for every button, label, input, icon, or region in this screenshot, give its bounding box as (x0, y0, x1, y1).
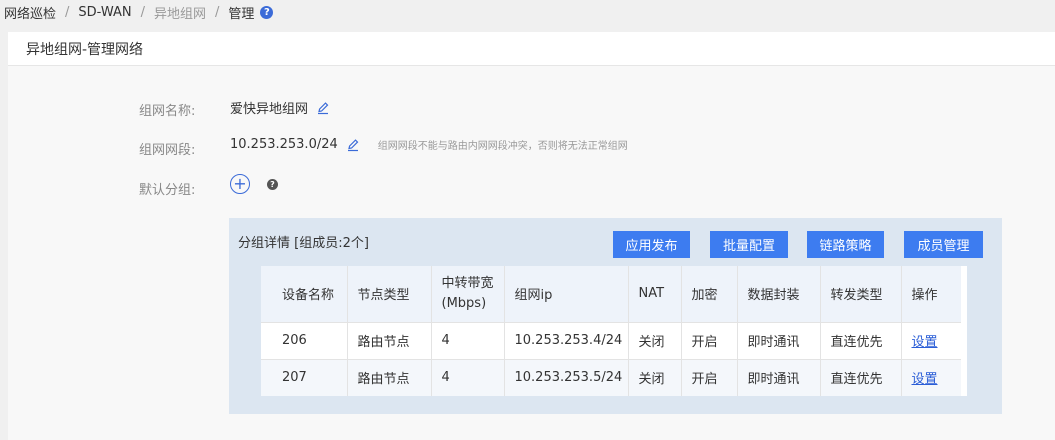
breadcrumb-separator: / (140, 4, 145, 20)
help-icon[interactable]: ? (267, 178, 278, 190)
cell-forward-type: 直连优先 (820, 359, 902, 396)
cell-network-ip: 10.253.253.5/24 (504, 359, 629, 396)
cell-data-encapsulation: 即时通讯 (737, 322, 821, 359)
segment-label: 组网网段: (139, 143, 196, 158)
add-group-button[interactable]: + (230, 174, 250, 194)
table-header-row: 设备名称 节点类型 中转带宽(Mbps) 组网ip NAT 加密 数据封装 转发… (261, 266, 961, 322)
breadcrumb-item-network-inspection[interactable]: 网络巡检 (4, 3, 56, 22)
cell-nat: 关闭 (628, 322, 682, 359)
app-publish-button[interactable]: 应用发布 (613, 231, 690, 258)
default-group-label: 默认分组: (139, 183, 196, 198)
cell-node-type: 路由节点 (347, 322, 432, 359)
member-manage-button[interactable]: 成员管理 (904, 231, 983, 258)
cell-encryption: 开启 (681, 359, 738, 396)
column-header-relay-bandwidth: 中转带宽(Mbps) (431, 266, 505, 322)
cell-relay-bandwidth: 4 (431, 322, 505, 359)
breadcrumb-separator: / (65, 4, 70, 20)
settings-link[interactable]: 设置 (912, 335, 938, 350)
default-group-actions: + ? (230, 174, 278, 194)
column-header-encryption: 加密 (681, 266, 738, 322)
cell-action: 设置 (901, 322, 961, 359)
help-icon[interactable]: ? (260, 5, 274, 19)
cell-relay-bandwidth: 4 (431, 359, 505, 396)
table-row: 206 路由节点 4 10.253.253.4/24 关闭 开启 即时通讯 直连… (261, 322, 961, 359)
edit-segment-icon[interactable] (346, 138, 360, 152)
name-value-group: 爱快异地组网 (230, 98, 330, 117)
column-header-device-name: 设备名称 (261, 266, 348, 322)
panel-title: 异地组网-管理网络 (8, 32, 1055, 66)
breadcrumb-item-sdwan[interactable]: SD-WAN (78, 5, 131, 20)
cell-node-type: 路由节点 (347, 359, 432, 396)
table-scrollbar[interactable] (961, 266, 967, 396)
segment-value-group: 10.253.253.0/24 组网网段不能与路由内网网段冲突，否则将无法正常组… (230, 137, 628, 152)
column-header-network-ip: 组网ip (504, 266, 629, 322)
table-row: 207 路由节点 4 10.253.253.5/24 关闭 开启 即时通讯 直连… (261, 359, 961, 396)
main-panel: 异地组网-管理网络 组网名称: 爱快异地组网 组网网段: 10.253.253.… (8, 32, 1055, 440)
segment-value: 10.253.253.0/24 (230, 137, 338, 152)
name-label: 组网名称: (139, 104, 196, 119)
breadcrumb: 网络巡检 / SD-WAN / 异地组网 / 管理 ? (0, 0, 1055, 24)
column-header-data-encapsulation: 数据封装 (737, 266, 821, 322)
cell-data-encapsulation: 即时通讯 (737, 359, 821, 396)
segment-hint: 组网网段不能与路由内网网段冲突，否则将无法正常组网 (377, 141, 628, 152)
settings-link[interactable]: 设置 (912, 372, 938, 387)
cell-action: 设置 (901, 359, 961, 396)
column-header-forward-type: 转发类型 (820, 266, 902, 322)
form-row-segment: 组网网段: 10.253.253.0/24 组网网段不能与路由内网网段冲突，否则… (8, 136, 1008, 158)
group-details-title: 分组详情 [组成员:2个] (238, 236, 369, 251)
breadcrumb-separator: / (215, 4, 220, 20)
column-header-nat: NAT (628, 266, 682, 322)
form-row-default-group: 默认分组: + ? (8, 174, 1008, 198)
name-value: 爱快异地组网 (230, 102, 309, 117)
cell-encryption: 开启 (681, 322, 738, 359)
group-members-table: 设备名称 节点类型 中转带宽(Mbps) 组网ip NAT 加密 数据封装 转发… (261, 266, 961, 396)
breadcrumb-item-manage: 管理 (228, 6, 255, 22)
column-header-actions: 操作 (911, 288, 938, 304)
cell-device-name: 206 (261, 322, 348, 359)
cell-nat: 关闭 (628, 359, 682, 396)
breadcrumb-item-remote-network[interactable]: 异地组网 (154, 3, 206, 22)
edit-name-icon[interactable] (316, 101, 330, 115)
form-row-name: 组网名称: 爱快异地组网 (8, 98, 1008, 119)
column-header-node-type: 节点类型 (347, 266, 432, 322)
link-policy-button[interactable]: 链路策略 (807, 231, 884, 258)
batch-config-button[interactable]: 批量配置 (710, 231, 788, 258)
cell-forward-type: 直连优先 (820, 322, 902, 359)
group-details-box: 分组详情 [组成员:2个] 应用发布 批量配置 链路策略 成员管理 设备名称 节… (229, 218, 1002, 414)
cell-network-ip: 10.253.253.4/24 (504, 322, 629, 359)
cell-device-name: 207 (261, 359, 348, 396)
